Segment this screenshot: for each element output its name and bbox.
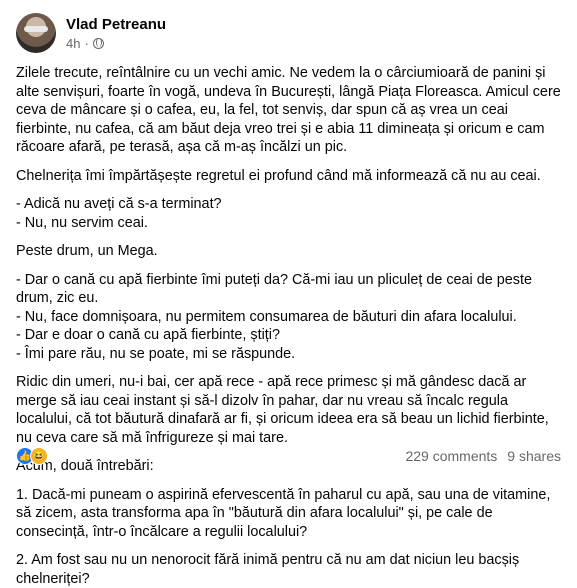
post-paragraph-3: - Adică nu aveți că s-a terminat? - Nu, … xyxy=(16,196,222,231)
post-paragraph-4: Peste drum, un Mega. xyxy=(16,243,158,259)
post-footer: 👍 😆 229 comments 9 shares xyxy=(16,446,561,466)
shares-count[interactable]: 9 shares xyxy=(507,448,561,464)
separator: · xyxy=(84,35,89,51)
haha-icon: 😆 xyxy=(30,447,48,465)
post-card: Vlad Petreanu 4h · Zilele trecute, reînt… xyxy=(0,0,577,587)
post-paragraph-5: - Dar o cană cu apă fierbinte îmi puteți… xyxy=(16,271,532,362)
author-avatar[interactable] xyxy=(16,13,56,53)
post-time[interactable]: 4h xyxy=(66,36,80,52)
post-paragraph-6: Ridic din umeri, nu-i bai, cer apă rece … xyxy=(16,374,549,446)
author-name[interactable]: Vlad Petreanu xyxy=(66,15,166,34)
post-paragraph-1: Zilele trecute, reîntâlnire cu un vechi … xyxy=(16,65,561,155)
post-meta: Vlad Petreanu 4h · xyxy=(66,15,166,52)
engagement-counts: 229 comments 9 shares xyxy=(405,448,561,464)
post-body: Zilele trecute, reîntâlnire cu un vechi … xyxy=(16,64,561,588)
globe-icon[interactable] xyxy=(92,38,104,49)
post-paragraph-8: 1. Dacă-mi puneam o aspirină efervescent… xyxy=(16,486,551,540)
post-header: Vlad Petreanu 4h · xyxy=(16,12,561,54)
post-subline: 4h · xyxy=(66,36,166,52)
post-paragraph-9: 2. Am fost sau nu un nenorocit fără inim… xyxy=(16,552,520,587)
post-paragraph-2: Chelnerița îmi împărtășește regretul ei … xyxy=(16,167,541,184)
reaction-summary[interactable]: 👍 😆 xyxy=(16,447,48,465)
comments-count[interactable]: 229 comments xyxy=(405,448,497,464)
